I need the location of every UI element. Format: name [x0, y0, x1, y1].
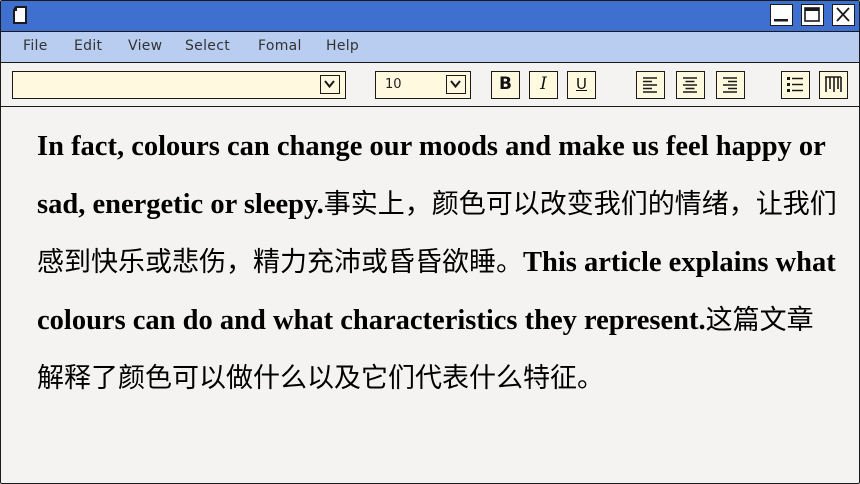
bullet-list-button[interactable] [781, 71, 810, 99]
align-left-icon [643, 77, 657, 93]
title-bar[interactable] [1, 1, 859, 32]
align-left-button[interactable] [636, 71, 665, 99]
italic-icon: I [540, 74, 547, 94]
menu-format[interactable]: Fomal [258, 38, 302, 54]
maximize-button[interactable] [801, 4, 824, 26]
italic-button[interactable]: I [529, 71, 558, 99]
editor-window: File Edit View Select Fomal Help 10 B I … [0, 0, 860, 484]
menu-select[interactable]: Select [185, 38, 230, 54]
font-size-value: 10 [385, 77, 402, 92]
underline-button[interactable]: U [567, 71, 596, 99]
align-center-button[interactable] [676, 71, 705, 99]
bullet-list-icon [787, 77, 803, 92]
menu-edit[interactable]: Edit [74, 38, 102, 54]
chevron-down-icon [450, 80, 461, 89]
columns-icon [825, 76, 842, 92]
underline-icon: U [576, 75, 587, 93]
close-icon [836, 7, 850, 22]
font-family-dropdown-button[interactable] [320, 75, 340, 94]
font-size-select[interactable]: 10 [375, 71, 471, 99]
menu-help[interactable]: Help [326, 38, 359, 54]
menu-bar: File Edit View Select Fomal Help [1, 32, 859, 63]
maximize-icon [804, 7, 820, 22]
menu-view[interactable]: View [128, 38, 162, 54]
font-size-dropdown-button[interactable] [446, 75, 466, 94]
minimize-icon [774, 19, 788, 22]
minimize-button[interactable] [770, 4, 793, 26]
document-text[interactable]: In fact, colours can change our moods an… [37, 118, 837, 408]
close-button[interactable] [832, 4, 855, 26]
chevron-down-icon [324, 80, 335, 89]
font-family-select[interactable] [12, 71, 346, 99]
bold-button[interactable]: B [491, 71, 520, 99]
align-right-button[interactable] [716, 71, 745, 99]
menu-file[interactable]: File [23, 38, 48, 54]
columns-button[interactable] [819, 71, 848, 99]
align-right-icon [723, 77, 737, 93]
align-center-icon [683, 77, 697, 93]
formatting-toolbar: 10 B I U [1, 63, 859, 107]
bold-icon: B [499, 74, 512, 94]
document-icon [11, 5, 31, 25]
